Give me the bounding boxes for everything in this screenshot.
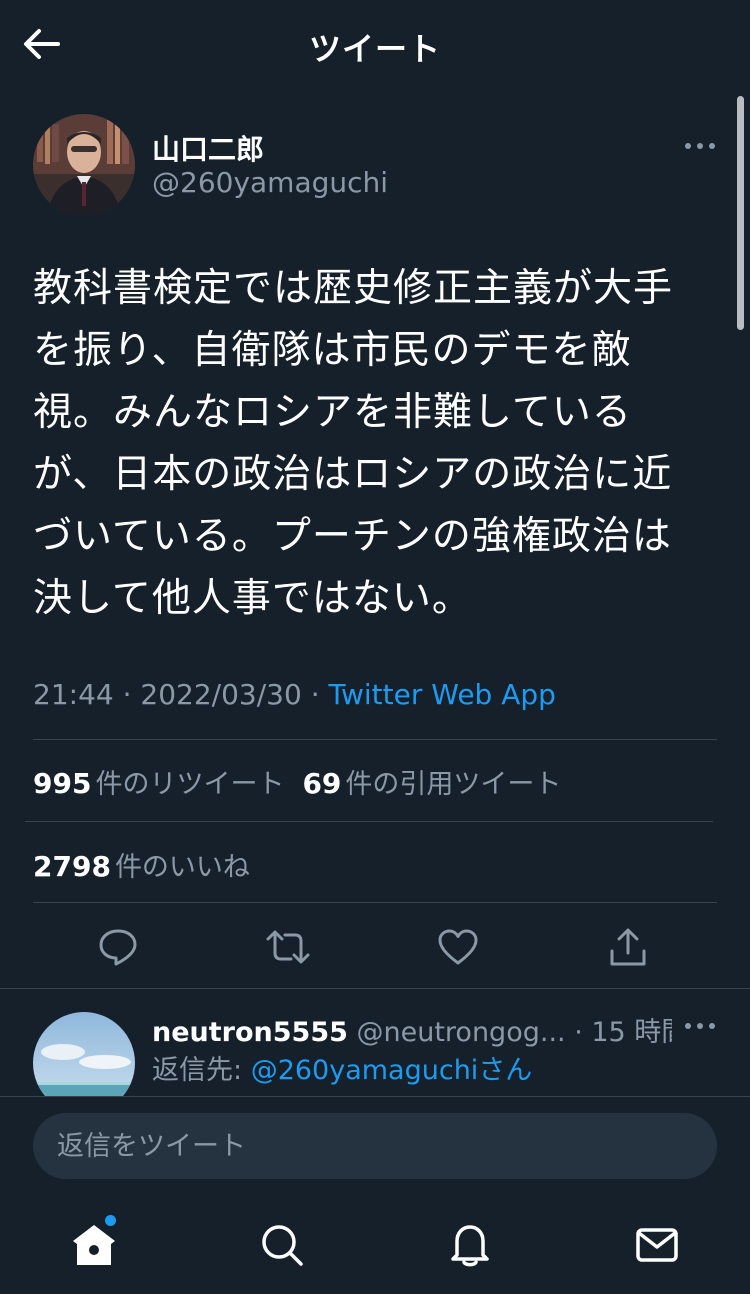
retweet-icon [266,930,310,964]
bell-icon [451,1225,489,1267]
reply-to-line: 返信先: @260yamaguchiさん [152,1048,532,1087]
reply-author-name[interactable]: neutron5555 [152,1017,348,1048]
divider [33,739,717,740]
more-horizontal-icon [685,143,715,149]
likes-count: 2798 [33,850,111,883]
tweet-line: づいている。プーチンの強権政治は [33,514,672,559]
likes-stats: 2798 件のいいね [33,845,250,884]
quotes-count: 69 [302,767,342,800]
tweet-source-app[interactable]: Twitter Web App [329,678,556,711]
quotes-label: 件の引用ツイート [345,769,562,800]
retweets-label: 件のリツイート [95,769,285,800]
search-icon [262,1225,303,1266]
reply-author-handle[interactable]: @neutrongog... [357,1017,566,1048]
tweet-text: 教科書検定では歴史修正主義が大手 を振り、自衛隊は市民のデモを敵 視。みんなロシ… [33,258,703,630]
reply-to-mention[interactable]: @260yamaguchi [251,1055,479,1086]
avatar-image [33,114,135,216]
share-button[interactable] [603,922,653,972]
likes-link[interactable]: 2798 件のいいね [33,850,250,883]
like-button[interactable] [433,922,483,972]
meta-separator: · [122,678,132,711]
retweet-stats: 995 件のリツイート 69 件の引用ツイート [33,762,561,801]
top-bar: ツイート [0,0,750,90]
retweets-link[interactable]: 995 件のリツイート [33,767,285,800]
page-title: ツイート [308,30,441,68]
tweet-line: 教科書検定では歴史修正主義が大手 [33,266,674,311]
home-icon [73,1225,115,1265]
tab-messages[interactable] [630,1218,684,1272]
author-display-name[interactable]: 山口二郎 [152,128,264,168]
comment-icon [99,929,137,966]
tab-home[interactable] [67,1218,121,1272]
tweet-line: が、日本の政治はロシアの政治に近 [33,452,673,497]
reply-to-suffix: さん [478,1055,533,1086]
divider [0,988,750,989]
tweet-more-button[interactable] [680,132,720,160]
reply-to-prefix: 返信先: [152,1055,251,1086]
tab-notifications[interactable] [443,1218,497,1272]
tweet-date: 2022/03/30 [140,678,302,711]
retweets-count: 995 [33,767,92,800]
reply-button[interactable] [93,922,143,972]
tweet-time: 21:44 [33,678,114,711]
tweet-line: 視。みんなロシアを非難している [33,390,632,435]
tweet-line: を振り、自衛隊は市民のデモを敵 [33,328,632,373]
author-handle[interactable]: @260yamaguchi [152,166,388,199]
notification-dot [105,1215,116,1226]
reply-more-button[interactable] [680,1012,720,1040]
divider [25,821,713,822]
scrollbar[interactable] [737,96,744,330]
divider [33,902,717,903]
meta-separator: · [310,678,320,711]
more-horizontal-icon [685,1023,715,1029]
reply-input[interactable] [33,1113,717,1179]
tab-search[interactable] [255,1218,309,1272]
reply-header: neutron5555 @neutrongog... · 15 時間 [152,1010,672,1049]
reply-time: · 15 時間 [574,1017,672,1048]
tweet-meta: 21:44 · 2022/03/30 · Twitter Web App [33,678,556,711]
tweet-line: 決して他人事ではない。 [33,576,472,621]
retweet-button[interactable] [263,922,313,972]
author-avatar[interactable] [33,114,135,216]
likes-label: 件のいいね [114,852,250,883]
mail-icon [636,1228,678,1262]
share-icon [610,928,646,966]
quotes-link[interactable]: 69 件の引用ツイート [302,767,562,800]
heart-icon [438,929,478,965]
